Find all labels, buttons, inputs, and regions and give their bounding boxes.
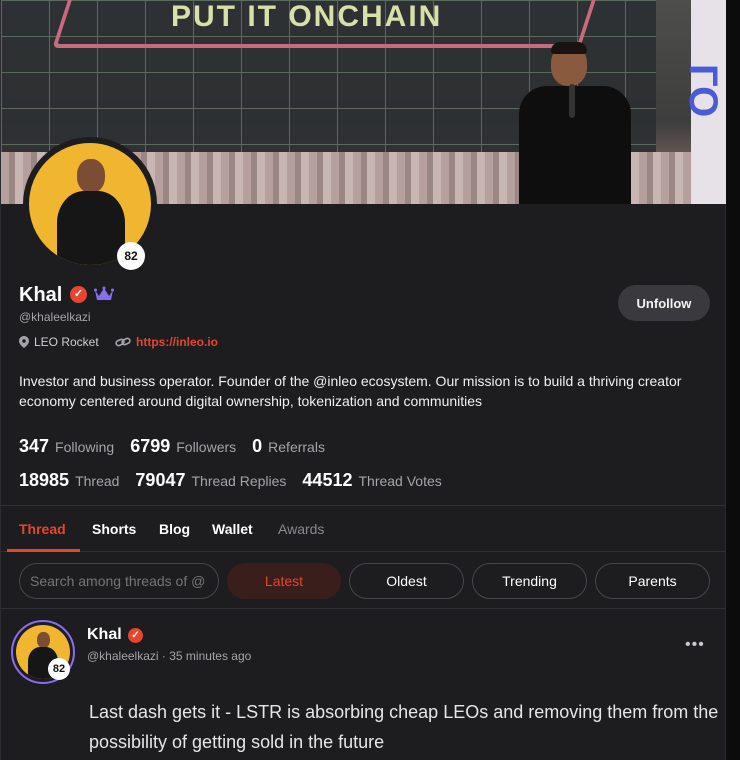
thread-replies-count: 79047 [135, 470, 186, 490]
stats-row-threads: 18985 Thread 79047 Thread Replies 44512 … [19, 470, 458, 491]
filter-parents-button[interactable]: Parents [595, 563, 710, 599]
active-tab-indicator [7, 549, 80, 552]
thread-search-input[interactable] [19, 563, 219, 599]
scrollbar[interactable] [726, 0, 740, 760]
banner-side-text: ГО [681, 64, 725, 118]
thread-replies-label: Thread Replies [191, 473, 287, 489]
tab-blog[interactable]: Blog [159, 506, 190, 552]
profile-name: Khal [19, 284, 63, 306]
filter-trending-button[interactable]: Trending [472, 563, 587, 599]
post-author-handle[interactable]: @khaleelkazi [87, 649, 159, 663]
filter-oldest-button[interactable]: Oldest [349, 563, 464, 599]
unfollow-button[interactable]: Unfollow [618, 285, 710, 321]
thread-votes-count: 44512 [302, 470, 353, 490]
followers-count[interactable]: 6799 [130, 436, 170, 457]
divider [1, 608, 727, 609]
following-count[interactable]: 347 [19, 436, 49, 457]
profile-website-link[interactable]: https://inleo.io [136, 335, 218, 349]
level-badge: 82 [117, 242, 145, 270]
referrals-label[interactable]: Referrals [268, 439, 325, 455]
profile-tabs: Thread Shorts Blog Wallet Awards [1, 505, 727, 552]
verified-icon: ✓ [128, 628, 143, 643]
more-icon[interactable]: ••• [685, 636, 705, 654]
tab-awards[interactable]: Awards [278, 506, 324, 552]
followers-label[interactable]: Followers [176, 439, 236, 455]
thread-votes-label: Thread Votes [358, 473, 442, 489]
banner-side: ГО [681, 0, 727, 204]
tab-wallet[interactable]: Wallet [212, 506, 253, 552]
profile-location: LEO Rocket [19, 335, 99, 349]
post-meta: @khaleelkazi · 35 minutes ago [87, 649, 251, 663]
profile-website[interactable]: https://inleo.io [115, 335, 218, 349]
post-body: Last dash gets it - LSTR is absorbing ch… [89, 702, 719, 752]
tab-thread[interactable]: Thread [19, 506, 66, 552]
post-author-name[interactable]: Khal [87, 626, 122, 644]
post-timestamp[interactable]: 35 minutes ago [169, 649, 251, 663]
tab-shorts[interactable]: Shorts [92, 506, 136, 552]
referrals-count[interactable]: 0 [252, 436, 262, 457]
crown-icon [94, 286, 114, 300]
profile-handle: @khaleelkazi [19, 310, 91, 324]
post-level-badge: 82 [48, 658, 70, 680]
filter-latest-button[interactable]: Latest [227, 563, 341, 599]
link-icon [115, 337, 131, 347]
profile-bio: Investor and business operator. Founder … [19, 373, 682, 409]
verified-icon: ✓ [70, 286, 87, 303]
stats-row-social: 347 Following 6799 Followers 0 Referrals [19, 436, 341, 457]
following-label[interactable]: Following [55, 439, 114, 455]
banner-text: PUT IT ONCHAIN [171, 0, 443, 33]
profile-location-text: LEO Rocket [34, 335, 99, 349]
location-pin-icon [19, 336, 29, 348]
banner-speaker-figure [515, 40, 635, 204]
thread-count: 18985 [19, 470, 70, 490]
thread-label: Thread [75, 473, 120, 489]
profile-panel: PUT IT ONCHAIN ГО 82 Khal ✓ @khaleelkazi… [0, 0, 727, 760]
